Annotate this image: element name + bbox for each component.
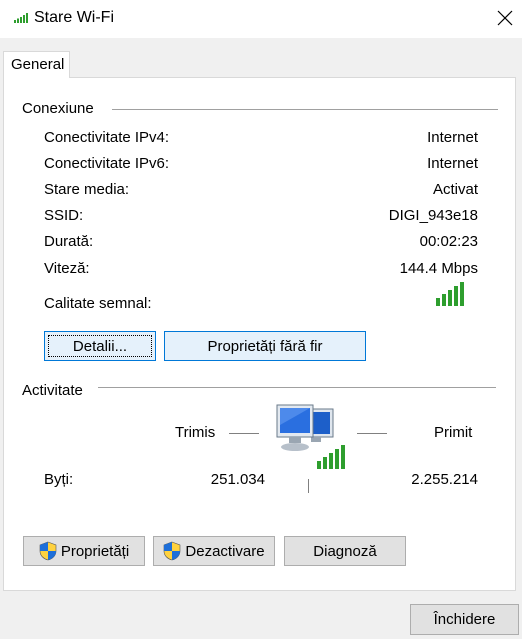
window-title: Stare Wi-Fi bbox=[34, 9, 114, 26]
signal-bar bbox=[460, 282, 464, 306]
details-button-label: Detalii... bbox=[72, 337, 128, 355]
duration-label: Durată: bbox=[44, 233, 94, 250]
wifi-signal-icon bbox=[14, 13, 28, 23]
ipv4-label: Conectivitate IPv4: bbox=[44, 129, 170, 146]
connection-group-title: Conexiune bbox=[22, 100, 94, 117]
signal-bar bbox=[442, 294, 446, 306]
sent-connector-line bbox=[229, 433, 259, 434]
wireless-properties-button[interactable]: Proprietăți fără fir bbox=[164, 331, 366, 361]
signal-bar bbox=[454, 286, 458, 306]
bytes-divider bbox=[308, 479, 309, 493]
bytes-received-value: 2.255.214 bbox=[411, 471, 478, 488]
tab-general-label: General bbox=[11, 56, 65, 73]
diagnose-button-label: Diagnoză bbox=[313, 542, 377, 560]
signal-quality-label: Calitate semnal: bbox=[44, 295, 152, 312]
activity-group-title: Activitate bbox=[22, 382, 83, 399]
properties-button-label: Proprietăți bbox=[60, 542, 130, 560]
sent-label: Trimis bbox=[175, 424, 216, 441]
media-state-label: Stare media: bbox=[44, 181, 130, 198]
speed-label: Viteză: bbox=[44, 260, 90, 277]
ipv6-label: Conectivitate IPv6: bbox=[44, 155, 170, 172]
ssid-value: DIGI_943e18 bbox=[388, 207, 478, 224]
media-state-value: Activat bbox=[432, 181, 478, 198]
details-button[interactable]: Detalii... bbox=[44, 331, 156, 361]
close-icon[interactable] bbox=[494, 7, 516, 29]
title-bar: Stare Wi-Fi bbox=[0, 0, 522, 38]
ipv4-value: Internet bbox=[427, 129, 478, 146]
properties-button[interactable]: Proprietăți bbox=[23, 536, 145, 566]
received-label: Primit bbox=[434, 424, 473, 441]
signal-bar bbox=[448, 290, 452, 306]
uac-shield-icon bbox=[39, 541, 57, 561]
close-button-label: Închidere bbox=[433, 611, 496, 628]
signal-strength-icon bbox=[436, 282, 464, 306]
disable-button-label: Dezactivare bbox=[185, 542, 265, 560]
uac-shield-icon bbox=[164, 541, 181, 561]
signal-bar bbox=[436, 298, 440, 306]
ssid-label: SSID: bbox=[44, 207, 84, 224]
activity-group-divider bbox=[98, 387, 496, 388]
diagnose-button[interactable]: Diagnoză bbox=[284, 536, 406, 566]
received-connector-line bbox=[357, 433, 387, 434]
speed-value: 144.4 Mbps bbox=[399, 260, 478, 277]
connection-group-divider bbox=[112, 109, 498, 110]
wireless-properties-button-label: Proprietăți fără fir bbox=[207, 337, 323, 355]
bytes-label: Byți: bbox=[44, 471, 74, 488]
tab-general[interactable]: General bbox=[3, 51, 70, 78]
close-button[interactable]: Închidere bbox=[410, 604, 519, 635]
network-computers-icon bbox=[276, 404, 345, 469]
bytes-sent-value: 251.034 bbox=[210, 471, 265, 488]
ipv6-value: Internet bbox=[427, 155, 478, 172]
duration-value: 00:02:23 bbox=[419, 233, 478, 250]
disable-button[interactable]: Dezactivare bbox=[153, 536, 275, 566]
